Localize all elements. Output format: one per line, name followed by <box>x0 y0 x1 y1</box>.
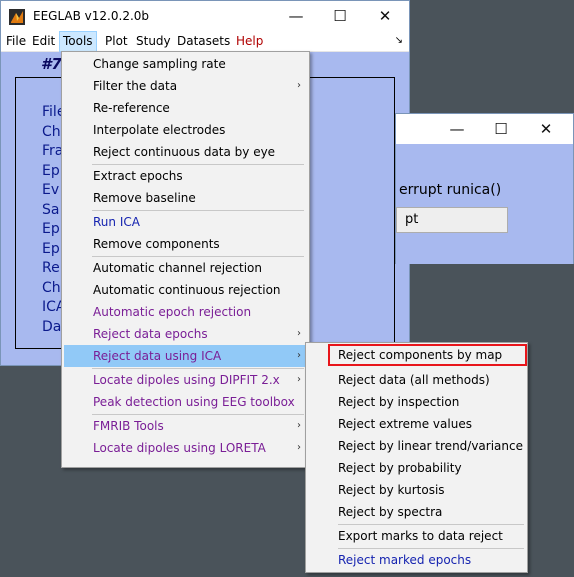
menu-bar: File Edit Tools Plot Study Datasets Help… <box>1 31 409 52</box>
menu-item-filter-the-data[interactable]: Filter the data › <box>64 75 307 97</box>
menu-item-run-ica[interactable]: Run ICA <box>64 211 307 233</box>
menu-plot[interactable]: Plot <box>102 31 131 52</box>
close-button[interactable]: ✕ <box>535 119 557 139</box>
menu-item-fmrib-tools[interactable]: FMRIB Tools › <box>64 415 307 437</box>
menu-item-reject-continuous-by-eye[interactable]: Reject continuous data by eye <box>64 141 307 163</box>
menu-item-automatic-continuous-rejection[interactable]: Automatic continuous rejection <box>64 279 307 301</box>
menu-item-reject-data-all-methods[interactable]: Reject data (all methods) <box>308 369 525 391</box>
runica-body: errupt runica() pt <box>396 144 573 264</box>
reject-ica-submenu: Reject components by map Reject data (al… <box>305 342 528 573</box>
menu-file[interactable]: File <box>3 31 29 52</box>
menu-item-remove-baseline[interactable]: Remove baseline <box>64 187 307 209</box>
menu-item-re-reference[interactable]: Re-reference <box>64 97 307 119</box>
interrupt-button[interactable]: pt <box>396 207 508 233</box>
chevron-right-icon: › <box>297 350 301 361</box>
tools-menu-dropdown: Change sampling rate Filter the data › Re… <box>61 51 310 468</box>
maximize-button[interactable]: ☐ <box>329 6 351 26</box>
chevron-right-icon: › <box>297 328 301 339</box>
dataset-number-title: #7 <box>41 55 62 73</box>
window-title: EEGLAB v12.0.2.0b <box>33 9 150 23</box>
menu-item-automatic-epoch-rejection[interactable]: Automatic epoch rejection <box>64 301 307 323</box>
runica-title-bar[interactable]: — ☐ ✕ <box>396 114 573 144</box>
title-bar[interactable]: EEGLAB v12.0.2.0b — ☐ ✕ <box>1 1 409 31</box>
chevron-right-icon: › <box>297 80 301 91</box>
minimize-button[interactable]: — <box>285 6 307 26</box>
menu-item-reject-by-probability[interactable]: Reject by probability <box>308 457 525 479</box>
menu-item-locate-dipoles-dipfit[interactable]: Locate dipoles using DIPFIT 2.x › <box>64 369 307 391</box>
menu-item-reject-by-spectra[interactable]: Reject by spectra <box>308 501 525 523</box>
menu-separator <box>338 548 524 549</box>
menu-edit[interactable]: Edit <box>29 31 58 52</box>
menu-item-remove-components[interactable]: Remove components <box>64 233 307 255</box>
menu-item-reject-data-using-ica[interactable]: Reject data using ICA › <box>64 345 307 367</box>
menu-item-reject-by-kurtosis[interactable]: Reject by kurtosis <box>308 479 525 501</box>
menu-item-export-marks[interactable]: Export marks to data reject <box>308 525 525 547</box>
menu-item-change-sampling-rate[interactable]: Change sampling rate <box>64 53 307 75</box>
menu-item-interpolate-electrodes[interactable]: Interpolate electrodes <box>64 119 307 141</box>
minimize-button[interactable]: — <box>446 119 468 139</box>
menu-item-reject-marked-epochs[interactable]: Reject marked epochs <box>308 549 525 571</box>
menu-item-locate-dipoles-loreta[interactable]: Locate dipoles using LORETA › <box>64 437 307 459</box>
menu-tools[interactable]: Tools <box>59 31 97 52</box>
dock-arrow-icon[interactable]: ↘ <box>395 35 403 46</box>
menu-study[interactable]: Study <box>133 31 174 52</box>
menu-item-automatic-channel-rejection[interactable]: Automatic channel rejection <box>64 257 307 279</box>
runica-window: — ☐ ✕ errupt runica() pt <box>395 113 574 264</box>
menu-item-extract-epochs[interactable]: Extract epochs <box>64 165 307 187</box>
matlab-app-icon <box>9 9 25 25</box>
interrupt-runica-text: errupt runica() <box>399 182 502 198</box>
chevron-right-icon: › <box>297 374 301 385</box>
menu-item-reject-components-by-map[interactable]: Reject components by map <box>328 344 527 366</box>
menu-item-reject-data-epochs[interactable]: Reject data epochs › <box>64 323 307 345</box>
maximize-button[interactable]: ☐ <box>490 119 512 139</box>
menu-datasets[interactable]: Datasets <box>174 31 233 52</box>
close-button[interactable]: ✕ <box>374 6 396 26</box>
menu-item-peak-detection[interactable]: Peak detection using EEG toolbox <box>64 391 307 413</box>
chevron-right-icon: › <box>297 420 301 431</box>
menu-help[interactable]: Help <box>233 31 266 52</box>
menu-item-reject-extreme-values[interactable]: Reject extreme values <box>308 413 525 435</box>
menu-item-reject-by-inspection[interactable]: Reject by inspection <box>308 391 525 413</box>
menu-item-reject-linear-trend[interactable]: Reject by linear trend/variance <box>308 435 525 457</box>
chevron-right-icon: › <box>297 442 301 453</box>
